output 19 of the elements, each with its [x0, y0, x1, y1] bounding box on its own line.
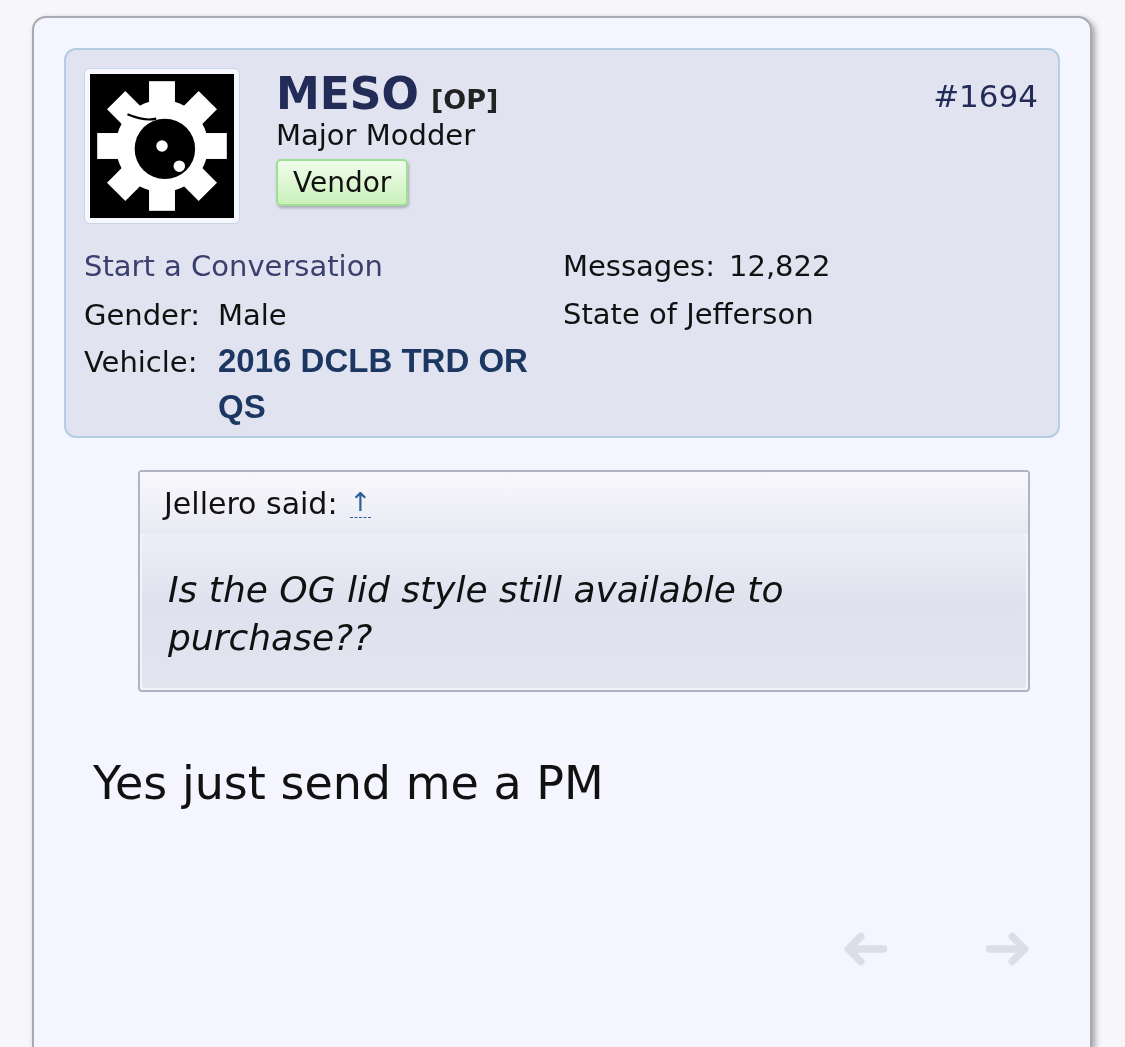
vendor-badge: Vendor [276, 159, 409, 207]
user-title: Major Modder [276, 118, 476, 154]
post-message: Yes just send me a PM [93, 755, 605, 811]
profile-field-label: Gender: [84, 297, 202, 334]
quote-attribution: Jellero said: [164, 485, 338, 521]
messages-count: 12,822 [729, 248, 831, 285]
start-conversation-link[interactable]: Start a Conversation [84, 240, 383, 292]
post-number-link[interactable]: #1694 [933, 78, 1038, 114]
quote-text: Is the OG lid style still available to purchase?? [168, 568, 785, 660]
arrow-left-icon[interactable] [843, 931, 887, 967]
location-text: State of Jefferson [563, 296, 814, 333]
username-link[interactable]: MESO [276, 70, 419, 119]
op-tag: [OP] [430, 84, 499, 115]
arrow-right-icon[interactable] [986, 931, 1030, 967]
profile-field-label: Vehicle: [84, 344, 199, 381]
jump-to-quote-link[interactable]: ↑ [349, 488, 372, 518]
profile-field-link[interactable]: 2016 DCLB TRD OR QS [218, 338, 558, 430]
messages-label: Messages: [563, 248, 715, 285]
profile-field-value: Male [218, 297, 287, 334]
